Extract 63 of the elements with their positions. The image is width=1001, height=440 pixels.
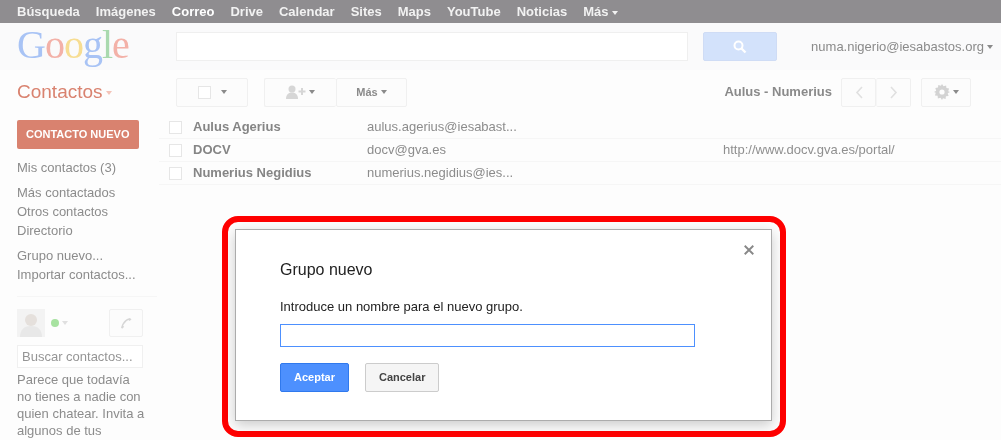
close-icon[interactable] (743, 244, 755, 256)
app-title[interactable]: Contactos (17, 77, 176, 107)
caret-icon (952, 90, 959, 94)
contact-email: docv@gva.es (367, 141, 447, 160)
contact-name[interactable]: Numerius Negidius (193, 163, 367, 183)
new-contact-button[interactable]: CONTACTO NUEVO (17, 120, 139, 149)
call-button[interactable] (109, 309, 143, 337)
sidebar-item[interactable]: Grupo nuevo... (17, 246, 159, 265)
contact-url: http://www.docv.gva.es/portal/ (723, 141, 895, 160)
caret-icon (611, 10, 618, 15)
dialog-prompt: Introduce un nombre para el nuevo grupo. (280, 298, 524, 317)
nav-link-item[interactable]: Búsqueda (17, 0, 80, 23)
checkbox[interactable] (169, 120, 182, 134)
group-name-field[interactable] (280, 323, 695, 347)
status-dot[interactable] (51, 319, 59, 327)
nav-link-item[interactable]: Noticias (516, 0, 568, 23)
caret-icon (987, 45, 993, 50)
avatar-icon[interactable] (17, 309, 45, 337)
nav-link-item[interactable]: Sites (350, 0, 382, 23)
caret-icon (309, 90, 315, 94)
range-label: Aulus - Numerius (724, 83, 832, 102)
next-button[interactable] (876, 77, 911, 107)
dialog-title: Grupo nuevo (280, 260, 374, 280)
add-person-icon (286, 85, 306, 99)
caret-icon (105, 90, 112, 95)
checkbox[interactable] (169, 166, 182, 180)
accept-button[interactable]: Aceptar (280, 362, 349, 392)
logo: Google (17, 24, 130, 65)
select-button[interactable] (176, 77, 248, 107)
cancel-button[interactable]: Cancelar (364, 362, 440, 392)
chevron-left-icon (854, 85, 863, 99)
caret-icon (380, 90, 387, 94)
sidebar-item[interactable]: Directorio (17, 221, 159, 240)
contact-email: numerius.negidius@ies... (367, 164, 515, 183)
more-button[interactable]: Más (336, 77, 407, 107)
contact-search-field[interactable]: Buscar contactos... (17, 345, 143, 368)
settings-button[interactable] (921, 77, 971, 107)
search-icon (733, 39, 747, 54)
sidebar-item[interactable]: Más contactados (17, 183, 159, 202)
checkbox[interactable] (169, 143, 182, 157)
chat-message: Parece que todavía no tienes a nadie con quien chatear. Invita a algunos de tus (17, 371, 146, 439)
sidebar-item[interactable]: Importar contactos... (17, 265, 159, 284)
chevron-right-icon (889, 85, 898, 99)
checkbox-icon (197, 85, 211, 99)
contact-name[interactable]: DOCV (193, 140, 367, 160)
nav-link-item[interactable]: Maps (397, 0, 431, 23)
nav-link-item[interactable]: Drive (230, 0, 263, 23)
sidebar-item[interactable]: Mis contactos (3) (17, 158, 159, 177)
phone-icon (119, 316, 133, 330)
previous-button[interactable] (841, 77, 876, 107)
nav-link-item[interactable]: Correo (171, 0, 215, 23)
caret-icon (220, 90, 227, 94)
nav-link-item[interactable]: Imágenes (95, 0, 156, 23)
search-button[interactable] (703, 32, 777, 61)
settings-icon (933, 84, 950, 100)
nav-link-item[interactable]: YouTube (446, 0, 501, 23)
contact-email: aulus.agerius@iesabast... (367, 118, 518, 137)
contact-name[interactable]: Aulus Agerius (193, 117, 367, 137)
nav-link-item[interactable]: Más (583, 0, 618, 23)
nav-link-item[interactable]: Calendar (279, 0, 335, 23)
sidebar-item[interactable]: Otros contactos (17, 202, 159, 221)
account-link[interactable]: numa.nigerio@iesabastos.org (811, 36, 993, 57)
add-contact-button[interactable] (264, 77, 336, 107)
